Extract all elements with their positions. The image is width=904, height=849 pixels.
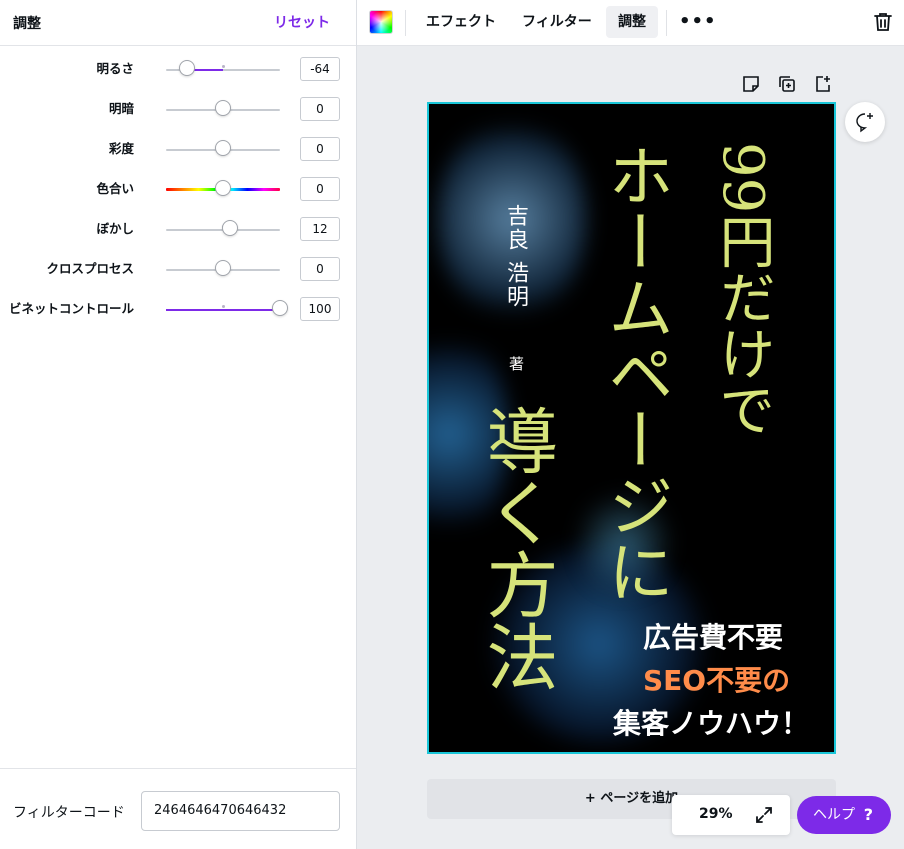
comment-add-icon — [856, 113, 873, 133]
toolbar-divider — [405, 10, 406, 36]
top-toolbar: エフェクト フィルター 調整 ••• — [357, 0, 904, 46]
slider-label: 色合い — [96, 181, 134, 196]
panel-header: 調整 リセット — [0, 0, 356, 46]
help-label: ヘルプ — [813, 807, 855, 823]
cover-title-part3: 導く方法 — [474, 404, 558, 692]
slider-row: 明るさ -64 — [0, 50, 356, 90]
slider-row: クロスプロセス 0 — [0, 250, 356, 290]
reset-button[interactable]: リセット — [274, 12, 330, 32]
slider-value-input[interactable]: 0 — [300, 97, 340, 121]
slider-value-input[interactable]: -64 — [300, 57, 340, 81]
filter-code-section: フィルターコード 2464646470646432 — [0, 768, 356, 849]
slider-label: 明るさ — [96, 61, 134, 76]
slider-thumb[interactable] — [272, 300, 288, 316]
add-page-icon[interactable] — [812, 73, 834, 95]
duplicate-page-icon[interactable] — [776, 73, 798, 95]
filter-button[interactable]: フィルター — [510, 6, 604, 38]
cover-copy-line2: SEO不要の — [643, 664, 791, 697]
trash-icon[interactable] — [871, 10, 895, 34]
slider-label: 明暗 — [108, 101, 134, 116]
filter-code-input[interactable]: 2464646470646432 — [141, 791, 340, 831]
cover-author-suffix: 著 — [507, 356, 525, 371]
filter-code-label: フィルターコード — [13, 805, 125, 821]
slider-row: 明暗 0 — [0, 90, 356, 130]
cover-title-part2: ホームページに — [597, 142, 674, 604]
slider-thumb[interactable] — [221, 220, 238, 236]
adjust-button[interactable]: 調整 — [606, 6, 658, 38]
help-button[interactable]: ヘルプ ? — [797, 796, 891, 834]
help-question-icon: ? — [863, 805, 873, 824]
slider-thumb[interactable] — [215, 140, 231, 156]
zoom-control[interactable]: 29% — [672, 795, 790, 835]
slider-label: ビネットコントロール — [8, 301, 134, 316]
slider-label: ぼかし — [96, 221, 134, 236]
slider-row: 色合い 0 — [0, 170, 356, 210]
slider-value-input[interactable]: 0 — [300, 137, 340, 161]
slider-thumb[interactable] — [215, 100, 231, 116]
slider-label: クロスプロセス — [46, 261, 134, 276]
color-palette-icon[interactable] — [369, 10, 393, 34]
effects-button[interactable]: エフェクト — [414, 6, 508, 38]
slider-track[interactable] — [166, 305, 280, 311]
slider-fill — [166, 309, 280, 311]
cover-copy-line1: 広告費不要 — [643, 621, 784, 654]
panel-title: 調整 — [13, 16, 41, 32]
toolbar-divider — [666, 10, 667, 36]
more-options-icon[interactable]: ••• — [679, 11, 716, 35]
slider-value-input[interactable]: 0 — [300, 177, 340, 201]
zoom-level: 29% — [699, 806, 733, 822]
cover-author: 吉良 浩明 — [503, 204, 528, 309]
slider-value-input[interactable]: 0 — [300, 257, 340, 281]
cover-title-part1: 99円だけで — [710, 142, 775, 438]
slider-thumb[interactable] — [178, 60, 195, 76]
slider-thumb[interactable] — [215, 260, 231, 276]
slider-row: 彩度 0 — [0, 130, 356, 170]
slider-thumb[interactable] — [215, 180, 231, 196]
notes-icon[interactable] — [740, 73, 762, 95]
slider-row: ビネットコントロール 100 — [0, 290, 356, 330]
slider-default-marker — [222, 305, 225, 308]
add-comment-button[interactable] — [845, 102, 885, 142]
slider-value-input[interactable]: 100 — [300, 297, 340, 321]
cover-copy-line3: 集客ノウハウ！ — [613, 707, 810, 740]
book-cover-page[interactable]: 99円だけで ホームページに 導く方法 吉良 浩明 著 広告費不要 SEO不要の… — [427, 102, 836, 754]
adjust-panel: 調整 リセット 明るさ -64 明暗 0 彩度 0 色合い 0 ぼかし 12 クロスプロセス 0 ビネッ… — [0, 0, 357, 849]
expand-icon[interactable] — [754, 805, 774, 825]
slider-row: ぼかし 12 — [0, 210, 356, 250]
slider-label: 彩度 — [108, 141, 134, 156]
slider-default-marker — [222, 65, 225, 68]
slider-value-input[interactable]: 12 — [300, 217, 340, 241]
